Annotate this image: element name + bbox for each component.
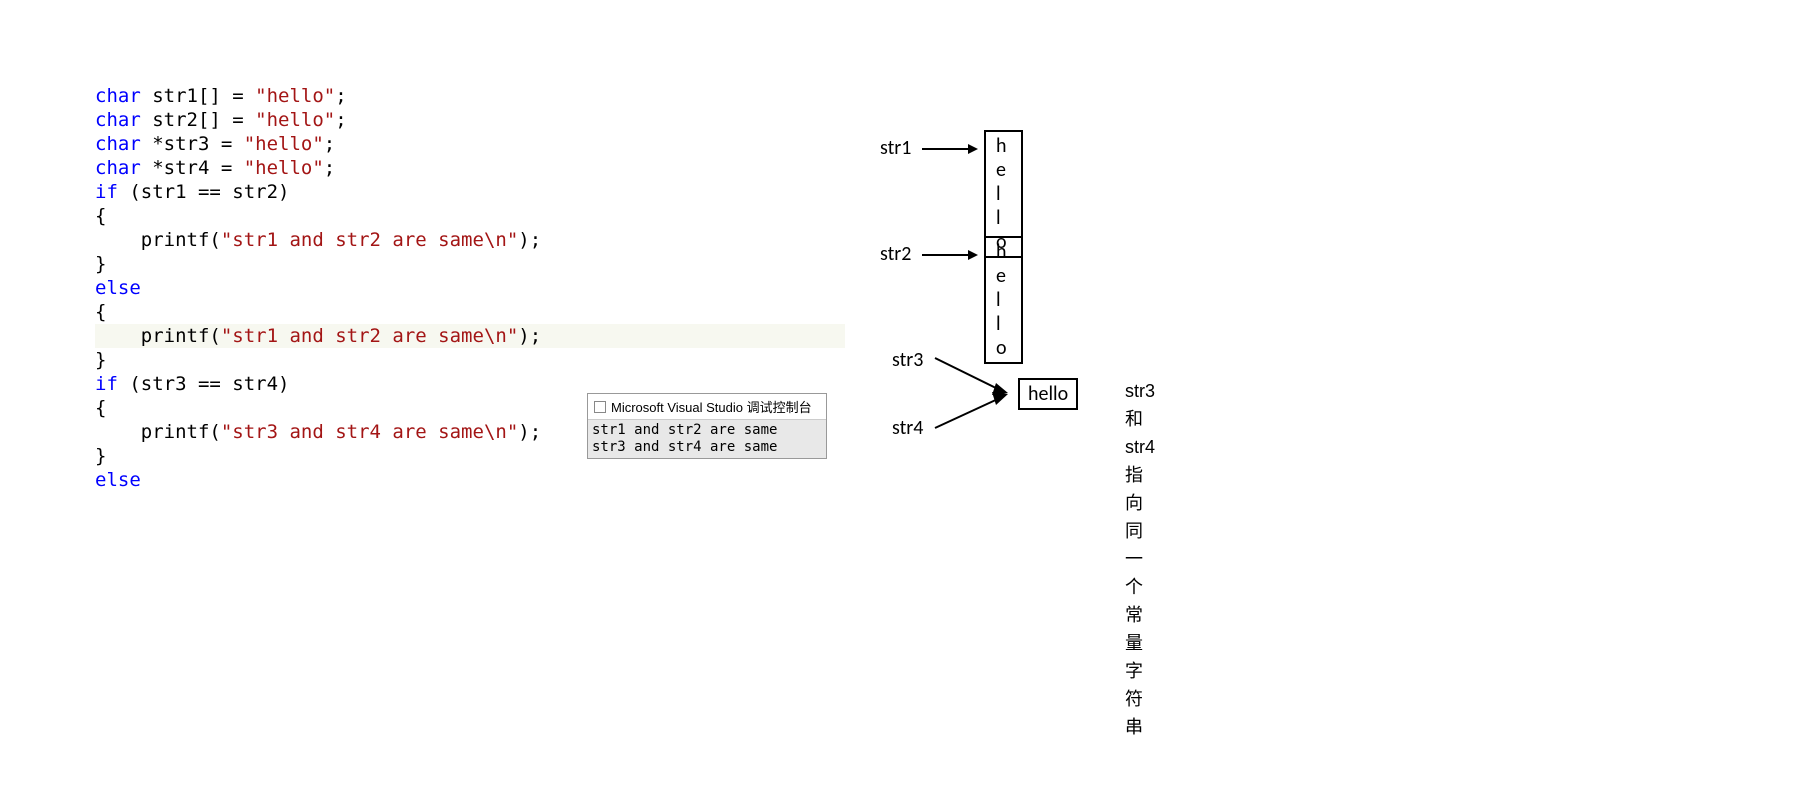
box-shared-hello: hello xyxy=(1018,378,1078,410)
label-str3: str3 xyxy=(892,348,923,372)
label-str1: str1 xyxy=(880,136,911,160)
console-body: str1 and str2 are same str3 and str4 are… xyxy=(588,420,826,458)
console-app-icon xyxy=(594,401,606,413)
box-str2: h e l l o xyxy=(984,236,1023,364)
console-title-bar: Microsoft Visual Studio 调试控制台 xyxy=(588,394,826,420)
arrows-converge-icon xyxy=(930,348,1020,438)
arrow-icon xyxy=(920,144,980,164)
label-str2: str2 xyxy=(880,242,911,266)
note-text: str3 和 str4指向同一个 常量字符串 xyxy=(1125,377,1155,741)
arrow-icon xyxy=(920,250,980,270)
console-window: Microsoft Visual Studio 调试控制台 str1 and s… xyxy=(587,393,827,459)
label-str4: str4 xyxy=(892,416,923,440)
console-title-text: Microsoft Visual Studio 调试控制台 xyxy=(611,397,812,416)
